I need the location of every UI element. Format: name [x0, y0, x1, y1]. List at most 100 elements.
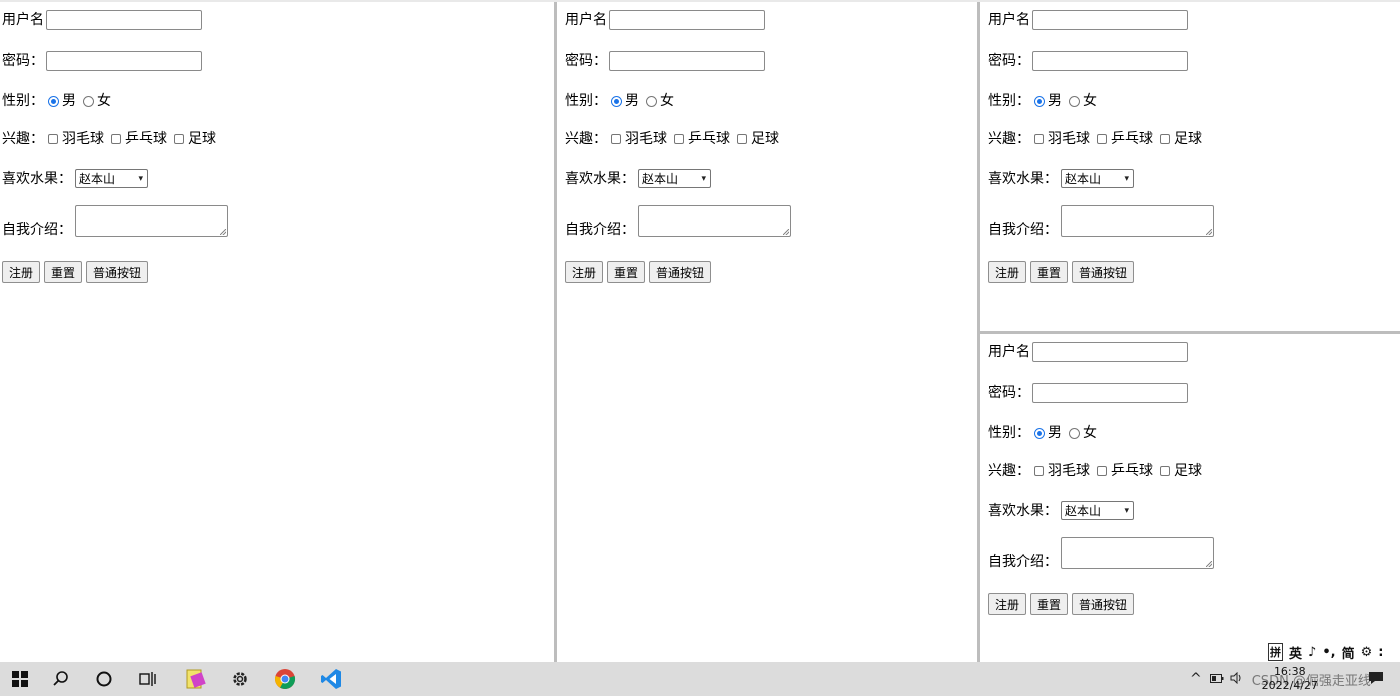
gender-male-radio[interactable]	[1034, 95, 1045, 107]
hobby-football-checkbox[interactable]	[1160, 134, 1170, 144]
hobby-football-checkbox[interactable]	[174, 134, 184, 144]
username-input[interactable]	[46, 10, 202, 30]
gender-female-radio[interactable]	[83, 95, 94, 107]
gender-male-radio[interactable]	[1034, 427, 1045, 439]
username-label: 用户名	[565, 12, 607, 28]
fruit-select[interactable]: 赵本山 ▾	[75, 169, 148, 188]
hobby-pingpong-checkbox[interactable]	[1097, 466, 1107, 476]
gender-male-label: 男	[1048, 93, 1062, 109]
gender-female-radio[interactable]	[1069, 95, 1080, 107]
hobby-badminton-checkbox[interactable]	[48, 134, 58, 144]
hobby-pingpong-checkbox[interactable]	[1097, 134, 1107, 144]
battery-icon[interactable]	[1209, 672, 1224, 686]
password-label: 密码：	[988, 385, 1030, 401]
register-button[interactable]: 注册	[988, 593, 1027, 615]
cortana-icon[interactable]	[84, 662, 124, 696]
register-button[interactable]: 注册	[988, 261, 1027, 283]
frame-4: 用户名 密码： 性别： 男 女 兴趣： 羽毛球 乒乓球 足球 喜欢水果： 赵本山…	[980, 334, 1400, 662]
plain-button[interactable]: 普通按钮	[1072, 261, 1135, 283]
frame-1: 用户名 密码： 性别： 男 女 兴趣： 羽毛球 乒乓球 足球 喜欢水果： 赵本山…	[0, 2, 554, 662]
chevron-down-icon: ▾	[138, 173, 143, 184]
username-label: 用户名	[2, 12, 44, 28]
fruit-label: 喜欢水果：	[2, 170, 72, 187]
password-input[interactable]	[609, 51, 765, 71]
gender-label: 性别：	[565, 93, 607, 109]
intro-label: 自我介绍：	[2, 222, 72, 238]
hobby-football-checkbox[interactable]	[737, 134, 747, 144]
username-input[interactable]	[609, 10, 765, 30]
resize-grip-icon[interactable]	[1206, 561, 1212, 567]
hobby-badminton-label: 羽毛球	[62, 131, 104, 147]
hobby-pingpong-checkbox[interactable]	[111, 134, 121, 144]
ime-toolbar[interactable]: 拼 英 ♪ •, 简 ⚙ :	[1268, 642, 1390, 662]
fruit-select[interactable]: 赵本山 ▾	[1061, 169, 1134, 188]
hobby-badminton-checkbox[interactable]	[611, 134, 621, 144]
intro-textarea[interactable]	[638, 205, 791, 237]
chrome-icon[interactable]	[265, 662, 305, 696]
password-input[interactable]	[46, 51, 202, 71]
intro-textarea[interactable]	[1061, 537, 1214, 569]
hobby-badminton-checkbox[interactable]	[1034, 134, 1044, 144]
register-button[interactable]: 注册	[2, 261, 41, 283]
username-input[interactable]	[1032, 342, 1188, 362]
ime-moon-icon[interactable]: ♪	[1308, 645, 1316, 660]
gender-female-label: 女	[1083, 425, 1097, 441]
ime-settings-icon[interactable]: ⚙	[1361, 645, 1373, 660]
volume-icon[interactable]	[1230, 671, 1244, 687]
file-app-icon[interactable]	[175, 662, 215, 696]
gender-female-radio[interactable]	[1069, 427, 1080, 439]
plain-button[interactable]: 普通按钮	[649, 261, 712, 283]
reset-button[interactable]: 重置	[1030, 593, 1069, 615]
fruit-select[interactable]: 赵本山 ▾	[638, 169, 711, 188]
hobby-pingpong-checkbox[interactable]	[674, 134, 684, 144]
hobby-label: 兴趣：	[2, 131, 44, 147]
resize-grip-icon[interactable]	[783, 229, 789, 235]
hobby-label: 兴趣：	[988, 463, 1030, 479]
password-input[interactable]	[1032, 51, 1188, 71]
gender-label: 性别：	[988, 425, 1030, 441]
notification-icon[interactable]	[1368, 671, 1384, 689]
gender-female-label: 女	[660, 93, 674, 109]
chevron-down-icon: ▾	[1124, 505, 1129, 516]
gender-female-radio[interactable]	[646, 95, 657, 107]
search-icon[interactable]	[41, 662, 81, 696]
hobby-badminton-label: 羽毛球	[1048, 463, 1090, 479]
ime-more-icon[interactable]: :	[1378, 645, 1383, 660]
vscode-icon[interactable]	[311, 662, 351, 696]
gender-male-radio[interactable]	[48, 95, 59, 107]
hobby-football-label: 足球	[751, 131, 779, 147]
intro-textarea[interactable]	[75, 205, 228, 237]
hobby-pingpong-label: 乒乓球	[125, 131, 167, 147]
resize-grip-icon[interactable]	[1206, 229, 1212, 235]
reset-button[interactable]: 重置	[44, 261, 83, 283]
plain-button[interactable]: 普通按钮	[86, 261, 149, 283]
register-button[interactable]: 注册	[565, 261, 604, 283]
intro-textarea[interactable]	[1061, 205, 1214, 237]
resize-grip-icon[interactable]	[220, 229, 226, 235]
clock[interactable]: 16:38 2022/4/27	[1262, 665, 1318, 693]
fruit-label: 喜欢水果：	[565, 170, 635, 187]
ime-punctuation-icon[interactable]: •,	[1322, 645, 1335, 660]
hobby-football-label: 足球	[1174, 131, 1202, 147]
password-input[interactable]	[1032, 383, 1188, 403]
fruit-select[interactable]: 赵本山 ▾	[1061, 501, 1134, 520]
windows-start-icon[interactable]	[0, 662, 40, 696]
ime-english-icon[interactable]: 英	[1289, 643, 1302, 662]
username-input[interactable]	[1032, 10, 1188, 30]
reset-button[interactable]: 重置	[607, 261, 646, 283]
tray-up-arrow-icon[interactable]: ^	[1190, 671, 1202, 687]
gender-label: 性别：	[988, 93, 1030, 109]
gender-male-label: 男	[1048, 425, 1062, 441]
gender-label: 性别：	[2, 93, 44, 109]
settings-gear-icon[interactable]	[220, 662, 260, 696]
task-view-icon[interactable]	[128, 662, 168, 696]
hobby-badminton-checkbox[interactable]	[1034, 466, 1044, 476]
ime-simplified-icon[interactable]: 简	[1342, 643, 1355, 662]
hobby-badminton-label: 羽毛球	[1048, 131, 1090, 147]
plain-button[interactable]: 普通按钮	[1072, 593, 1135, 615]
ime-pinyin-icon[interactable]: 拼	[1268, 643, 1283, 661]
chevron-down-icon: ▾	[701, 173, 706, 184]
gender-male-radio[interactable]	[611, 95, 622, 107]
hobby-football-checkbox[interactable]	[1160, 466, 1170, 476]
reset-button[interactable]: 重置	[1030, 261, 1069, 283]
